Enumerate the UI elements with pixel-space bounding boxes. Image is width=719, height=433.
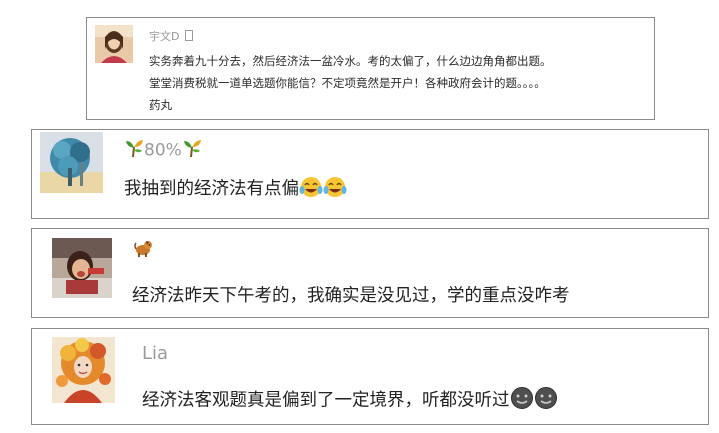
comment-card: 80% 我抽到的经济法有点偏 <box>31 129 709 219</box>
username[interactable]: 80% <box>124 138 202 163</box>
username[interactable]: 宇文D <box>149 28 193 44</box>
comment-card: Lia 经济法客观题真是偏到了一定境界，听都没听过 <box>31 328 709 425</box>
avatar[interactable] <box>40 132 103 193</box>
comment-card: 宇文D 实务奔着九十分去，然后经济法一盆冷水。考的太偏了，什么边边角角都出题。 … <box>86 17 655 120</box>
comment-card: 经济法昨天下午考的，我确实是没见过，学的重点没咋考 <box>31 228 709 318</box>
username[interactable]: Lia <box>142 343 168 364</box>
comment-text-line: 实务奔着九十分去，然后经济法一盆冷水。考的太偏了，什么边边角角都出题。 <box>149 54 552 68</box>
sprout-icon <box>124 138 144 163</box>
dark-face-emoji-icon <box>510 386 534 415</box>
comment-text-line: 堂堂消费税就一道单选题你能信？不定项竟然是开户！各种政府会计的题。。。。 <box>149 76 546 90</box>
laugh-cry-emoji-icon <box>323 176 347 203</box>
placeholder-box-icon <box>184 30 193 41</box>
sprout-icon <box>182 138 202 163</box>
comment-text-line: 药丸 <box>149 98 172 112</box>
comment-text: 经济法昨天下午考的，我确实是没见过，学的重点没咋考 <box>132 286 570 306</box>
laugh-cry-emoji-icon <box>299 176 323 203</box>
avatar[interactable] <box>95 25 133 63</box>
comment-text: 我抽到的经济法有点偏 <box>124 175 347 203</box>
avatar[interactable] <box>52 238 112 298</box>
avatar[interactable] <box>52 337 115 403</box>
dark-face-emoji-icon <box>534 386 558 415</box>
dog-icon <box>134 239 154 262</box>
comment-text: 经济法客观题真是偏到了一定境界，听都没听过 <box>142 386 558 415</box>
username[interactable] <box>134 239 154 262</box>
